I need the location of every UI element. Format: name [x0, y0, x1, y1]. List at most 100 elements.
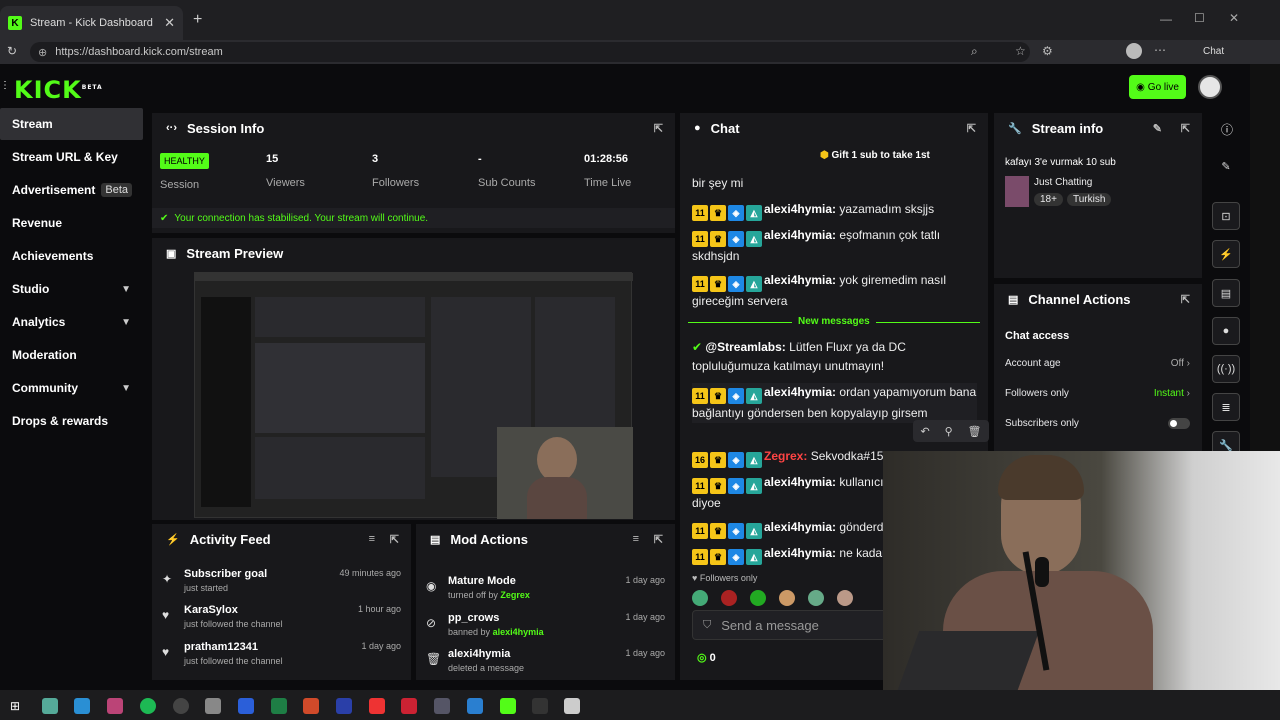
- app-icon[interactable]: [336, 698, 352, 714]
- activity-item: ♥ pratham12341 just followed the channel 1…: [162, 641, 401, 666]
- emote-icon[interactable]: [808, 590, 824, 606]
- channel-points[interactable]: ◎ 0: [697, 651, 716, 664]
- sidebar-item-achievements[interactable]: Achievements: [0, 240, 143, 272]
- chat-button[interactable]: ●: [1212, 317, 1240, 345]
- calculator-icon[interactable]: [205, 698, 221, 714]
- sidebar-item-analytics[interactable]: Analytics ▼: [0, 306, 143, 338]
- channel-actions-button[interactable]: ≣: [1212, 393, 1240, 421]
- url-field[interactable]: ⊕ https://dashboard.kick.com/stream: [30, 42, 1030, 62]
- app-icon[interactable]: [401, 698, 417, 714]
- app-icon[interactable]: [467, 698, 483, 714]
- sidebar-item-revenue[interactable]: Revenue: [0, 207, 143, 239]
- followers-only-row[interactable]: Followers only Instant ›: [1005, 388, 1190, 399]
- zoom-icon[interactable]: ⌕: [971, 44, 978, 59]
- powerpoint-icon[interactable]: [303, 698, 319, 714]
- edit-icon[interactable]: ✎: [1153, 122, 1162, 135]
- reply-icon[interactable]: ↶: [920, 425, 929, 438]
- browser-tab[interactable]: K Stream - Kick Dashboard ✕: [0, 6, 183, 40]
- tag: 18+: [1034, 193, 1063, 206]
- chat-input[interactable]: ⛉ Send a message: [692, 610, 892, 640]
- app-icon[interactable]: [369, 698, 385, 714]
- minimize-icon[interactable]: —: [1160, 12, 1172, 26]
- sidebar-item-stream-url-key[interactable]: Stream URL & Key: [0, 141, 143, 173]
- broadcast-button[interactable]: ((·)): [1212, 355, 1240, 383]
- scene-icon: ⊡: [1221, 210, 1231, 223]
- verified-icon: ✔: [692, 340, 703, 354]
- favorite-icon[interactable]: ☆: [1015, 44, 1026, 58]
- message-actions: ↶ ⚲ 🗑: [913, 420, 989, 442]
- more-icon[interactable]: ⋯: [1154, 43, 1166, 57]
- copilot-label[interactable]: Chat: [1203, 46, 1224, 57]
- info-icon[interactable]: ⓘ: [1221, 121, 1233, 138]
- sidebar-item-community[interactable]: Community ▼: [0, 372, 143, 404]
- app-icon[interactable]: [532, 698, 548, 714]
- account-age-row[interactable]: Account age Off ›: [1005, 358, 1190, 369]
- edge-icon[interactable]: [74, 698, 90, 714]
- sidebar-item-moderation[interactable]: Moderation: [0, 339, 143, 371]
- close-window-icon[interactable]: ✕: [1229, 11, 1239, 25]
- stat-viewers: 15 Viewers: [266, 153, 305, 189]
- chat-message: 11 ♛ ◈ ◭ alexi4hymia: yok giremedim nasıl gi…: [692, 273, 947, 308]
- filter-icon[interactable]: ≡: [369, 533, 375, 545]
- pin-icon[interactable]: ⚲: [945, 425, 953, 438]
- word-icon[interactable]: [238, 698, 254, 714]
- popout-icon[interactable]: ⇱: [967, 122, 976, 135]
- app-icon[interactable]: [564, 698, 580, 714]
- sidebar-item-advertisement[interactable]: Advertisement Beta: [0, 174, 143, 206]
- site-info-icon[interactable]: ⊕: [38, 46, 47, 59]
- category-thumbnail: [1005, 176, 1029, 207]
- excel-icon[interactable]: [271, 698, 287, 714]
- app-icon[interactable]: [500, 698, 516, 714]
- app-icon[interactable]: [434, 698, 450, 714]
- sidebar-item-stream[interactable]: Stream: [0, 108, 143, 140]
- subscribers-only-toggle[interactable]: [1168, 418, 1190, 429]
- points-icon: ◎: [697, 652, 707, 664]
- mod-log-button[interactable]: ▤: [1212, 279, 1240, 307]
- activity-button[interactable]: ⚡: [1212, 240, 1240, 268]
- app-icon[interactable]: [107, 698, 123, 714]
- maximize-icon[interactable]: ☐: [1194, 11, 1205, 25]
- popout-icon[interactable]: ⇱: [1181, 293, 1190, 306]
- delete-icon[interactable]: 🗑: [968, 425, 982, 438]
- subscribers-only-row[interactable]: Subscribers only: [1005, 418, 1190, 429]
- filter-icon[interactable]: ≡: [633, 533, 639, 545]
- popout-icon[interactable]: ⇱: [654, 122, 663, 135]
- obs-icon[interactable]: [173, 698, 189, 714]
- reload-icon[interactable]: ↻: [7, 44, 17, 58]
- emote-icon[interactable]: [721, 590, 737, 606]
- sidebar-item-drops-rewards[interactable]: Drops & rewards: [0, 405, 143, 437]
- close-tab-icon[interactable]: ✕: [164, 15, 175, 31]
- user-avatar[interactable]: [1198, 75, 1222, 99]
- heart-icon: ♥: [162, 645, 170, 659]
- popout-icon[interactable]: ⇱: [390, 533, 399, 546]
- popout-icon[interactable]: ⇱: [1181, 122, 1190, 135]
- chevron-down-icon: ▼: [121, 283, 131, 295]
- emote-icon[interactable]: [837, 590, 853, 606]
- profile-icon[interactable]: [1126, 43, 1142, 59]
- explorer-icon[interactable]: [42, 698, 58, 714]
- tag-list: 18+ Turkish: [1034, 193, 1112, 206]
- session-info-title: Session Info: [187, 120, 265, 136]
- windows-start-icon[interactable]: ⊞: [10, 699, 20, 713]
- lightning-icon: ⚡: [166, 533, 180, 546]
- shield-icon: ⛉: [703, 618, 712, 631]
- spotify-icon[interactable]: [140, 698, 156, 714]
- chat-bubble-icon: ●: [694, 122, 701, 134]
- chevron-right-icon: ›: [1186, 358, 1190, 369]
- kick-logo[interactable]: KICKBETA: [14, 76, 103, 104]
- emote-icon[interactable]: [692, 590, 708, 606]
- scene-button[interactable]: ⊡: [1212, 202, 1240, 230]
- emote-icon[interactable]: [750, 590, 766, 606]
- emote-icon[interactable]: [779, 590, 795, 606]
- go-live-button[interactable]: ◉ Go live: [1129, 75, 1186, 99]
- session-icon: ‹·›: [166, 122, 177, 134]
- mod-actions-panel: ▤ Mod Actions ≡ ⇱ ◉ Mature Mode turned o…: [416, 524, 675, 680]
- edit-layout-button[interactable]: ✎: [1212, 152, 1240, 180]
- menu-icon[interactable]: ⋮: [0, 80, 10, 91]
- sidebar-item-studio[interactable]: Studio ▼: [0, 273, 143, 305]
- lightning-icon: ⚡: [1219, 248, 1233, 261]
- new-tab-icon[interactable]: +: [193, 11, 202, 29]
- extensions-icon[interactable]: ⚙: [1042, 44, 1053, 58]
- gift-sub-banner[interactable]: ⬢ Gift 1 sub to take 1st: [820, 150, 930, 161]
- popout-icon[interactable]: ⇱: [654, 533, 663, 546]
